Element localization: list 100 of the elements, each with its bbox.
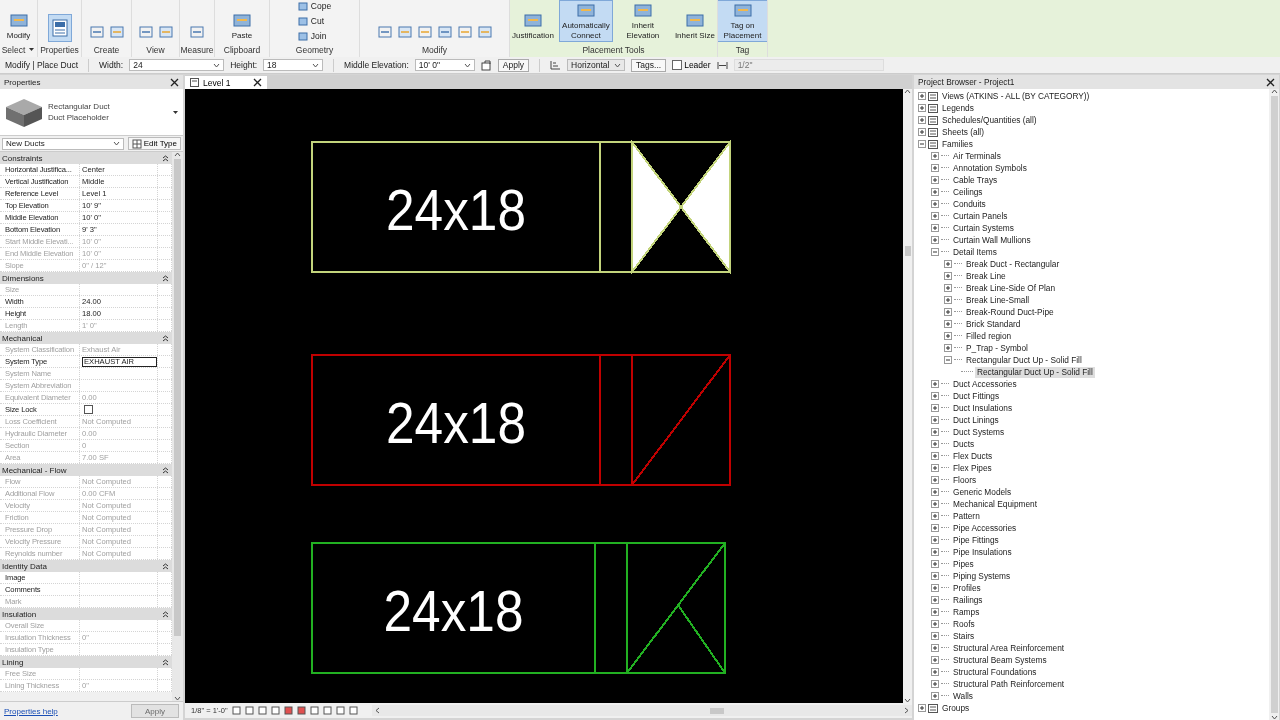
expand-icon[interactable] — [931, 452, 939, 460]
scroll-down-icon[interactable] — [174, 696, 181, 701]
checkbox[interactable] — [84, 405, 93, 414]
group-header[interactable]: Insulation — [0, 608, 172, 620]
expand-icon[interactable] — [931, 416, 939, 424]
tree-item[interactable]: Families — [940, 138, 975, 150]
tree-item[interactable]: Cable Trays — [951, 174, 1000, 186]
tree-item[interactable]: Structural Area Reinforcement — [951, 642, 1067, 654]
tool-icon[interactable] — [189, 24, 205, 40]
expand-icon[interactable] — [931, 380, 939, 388]
close-icon[interactable] — [170, 77, 179, 87]
expand-icon[interactable] — [944, 296, 952, 304]
tree-item[interactable]: Air Terminals — [951, 150, 1003, 162]
tree-item[interactable]: Piping Systems — [951, 570, 1013, 582]
expand-icon[interactable] — [931, 692, 939, 700]
expand-icon[interactable] — [931, 164, 939, 172]
tree-item[interactable]: Detail Items — [951, 246, 999, 258]
scrollbar-thumb[interactable] — [904, 246, 911, 256]
expand-icon[interactable] — [918, 116, 926, 124]
ribbon-button[interactable]: Modify — [4, 0, 33, 42]
tree-item[interactable]: Pattern — [951, 510, 982, 522]
tree-item[interactable]: Annotation Symbols — [951, 162, 1029, 174]
expand-icon[interactable] — [931, 632, 939, 640]
tree-item[interactable]: Ducts — [951, 438, 977, 450]
ribbon-button[interactable]: Join — [294, 29, 335, 42]
tool-icon[interactable] — [88, 24, 105, 40]
expand-icon[interactable] — [931, 656, 939, 664]
tree-item[interactable]: Structural Beam Systems — [951, 654, 1049, 666]
expand-icon[interactable] — [931, 608, 939, 616]
expand-icon[interactable] — [931, 224, 939, 232]
expand-icon[interactable] — [931, 680, 939, 688]
tree-item[interactable]: Break Line-Small — [964, 294, 1032, 306]
tree-item[interactable]: Stairs — [951, 630, 977, 642]
tree-item[interactable]: Views (ATKINS - ALL (BY CATEGORY)) — [940, 90, 1092, 102]
close-icon[interactable] — [1266, 77, 1275, 87]
scrollbar-thumb[interactable] — [174, 159, 181, 636]
expand-icon[interactable] — [931, 512, 939, 520]
tree-item[interactable]: Profiles — [951, 582, 983, 594]
tree-item[interactable]: Generic Models — [951, 486, 1014, 498]
expand-icon[interactable] — [944, 308, 952, 316]
tree-item[interactable]: Railings — [951, 594, 985, 606]
expand-icon[interactable] — [931, 212, 939, 220]
expand-icon[interactable] — [931, 188, 939, 196]
tree-item[interactable]: Curtain Wall Mullions — [951, 234, 1033, 246]
tree-item[interactable]: Structural Foundations — [951, 666, 1039, 678]
tree-item[interactable]: Flex Pipes — [951, 462, 994, 474]
expand-icon[interactable] — [931, 644, 939, 652]
dropdown-field[interactable]: 18 — [263, 59, 324, 71]
tree-item[interactable]: Duct Accessories — [951, 378, 1019, 390]
tree-item[interactable]: Ceilings — [951, 186, 985, 198]
expand-icon[interactable] — [931, 428, 939, 436]
expand-icon[interactable] — [931, 668, 939, 676]
scrollbar-thumb[interactable] — [709, 707, 724, 714]
instance-dropdown[interactable]: New Ducts — [2, 137, 124, 150]
expand-icon[interactable] — [944, 260, 952, 268]
tool-icon[interactable] — [436, 24, 453, 40]
close-icon[interactable] — [253, 78, 262, 87]
tool-icon[interactable] — [137, 24, 154, 40]
leader-checkbox[interactable]: Leader — [672, 60, 711, 70]
tree-item[interactable]: Mechanical Equipment — [951, 498, 1039, 510]
ribbon-button[interactable]: Justification — [510, 0, 556, 42]
group-header[interactable]: Mechanical — [0, 332, 172, 344]
collapse-icon[interactable] — [944, 356, 952, 364]
expand-icon[interactable] — [931, 620, 939, 628]
expand-icon[interactable] — [944, 332, 952, 340]
group-header[interactable]: Identity Data — [0, 560, 172, 572]
tree-item[interactable]: Duct Systems — [951, 426, 1007, 438]
ribbon-button[interactable]: Cope — [294, 0, 335, 13]
expand-icon[interactable] — [931, 584, 939, 592]
tree-item[interactable]: Schedules/Quantities (all) — [940, 114, 1039, 126]
expand-icon[interactable] — [931, 488, 939, 496]
group-header[interactable]: Lining — [0, 656, 172, 668]
expand-icon[interactable] — [918, 704, 926, 712]
tree-item[interactable]: Duct Linings — [951, 414, 1001, 426]
dropdown-field[interactable]: 24 — [129, 59, 225, 71]
tree-item[interactable]: Flex Ducts — [951, 450, 995, 462]
tree-item[interactable]: Ramps — [951, 606, 982, 618]
expand-icon[interactable] — [931, 440, 939, 448]
expand-icon[interactable] — [918, 104, 926, 112]
expand-icon[interactable] — [931, 596, 939, 604]
tree-item[interactable]: Rectangular Duct Up - Solid Fill — [975, 366, 1095, 378]
dropdown-field[interactable]: 10' 0" — [414, 59, 475, 71]
tree-item[interactable]: Floors — [951, 474, 979, 486]
expand-icon[interactable] — [931, 200, 939, 208]
expand-icon[interactable] — [944, 344, 952, 352]
ribbon-button[interactable]: Inherit Size — [672, 0, 717, 42]
orientation-dropdown[interactable]: Horizontal — [567, 59, 626, 71]
expand-icon[interactable] — [944, 284, 952, 292]
scrollbar-thumb[interactable] — [1270, 96, 1278, 713]
expand-icon[interactable] — [931, 572, 939, 580]
lock-icon[interactable] — [480, 59, 492, 71]
tree-item[interactable]: Sheets (all) — [940, 126, 986, 138]
tree-item[interactable]: Break Duct - Rectangular — [964, 258, 1062, 270]
ribbon-button[interactable]: Paste — [229, 0, 255, 42]
tree-item[interactable]: Break Line-Side Of Plan — [964, 282, 1057, 294]
expand-icon[interactable] — [931, 236, 939, 244]
edit-type-button[interactable]: Edit Type — [127, 137, 181, 150]
tree-item[interactable]: Break-Round Duct-Pipe — [964, 306, 1056, 318]
view-tab[interactable]: Level 1 — [185, 76, 267, 89]
collapse-icon[interactable] — [931, 248, 939, 256]
